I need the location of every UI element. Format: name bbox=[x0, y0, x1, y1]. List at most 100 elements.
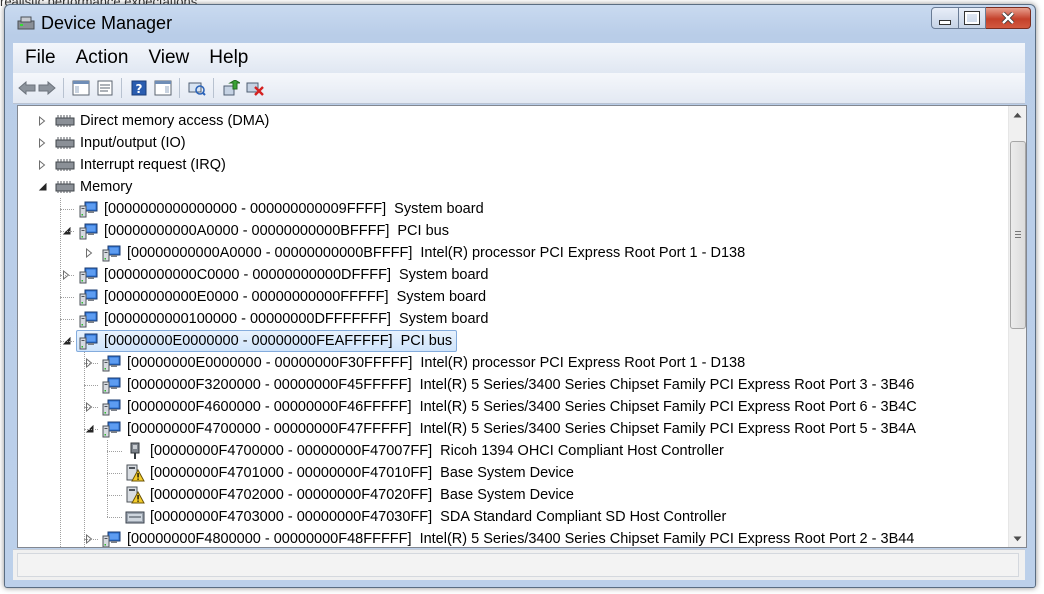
tree-item-label-area[interactable]: [00000000F3200000 - 00000000F45FFFFF] Int… bbox=[99, 374, 919, 396]
tree-item-label-area[interactable]: [00000000000A0000 - 00000000000BFFFF] PCI… bbox=[76, 220, 454, 242]
back-arrow-icon bbox=[18, 81, 36, 95]
tree-item-label-area[interactable]: Direct memory access (DMA) bbox=[52, 110, 274, 132]
tree-connector-line bbox=[60, 319, 74, 320]
menu-help[interactable]: Help bbox=[201, 47, 256, 69]
tree-item[interactable]: [00000000F4800000 - 00000000F48FFFFF] Int… bbox=[83, 528, 919, 547]
tree-item[interactable]: [00000000F4700000 - 00000000F47007FF] Ric… bbox=[106, 440, 729, 462]
tree-item-label-area[interactable]: [00000000F4703000 - 00000000F47030FF] SDA… bbox=[122, 506, 731, 528]
menu-action[interactable]: Action bbox=[68, 47, 137, 69]
tree-item-label-area[interactable]: Input/output (IO) bbox=[52, 132, 191, 154]
tree-item-label-area[interactable]: [00000000E0000000 - 00000000F30FFFFF] Int… bbox=[99, 352, 750, 374]
memory-range: [00000000F4700000 - 00000000F47FFFFF] bbox=[127, 421, 412, 437]
tree-item[interactable]: [00000000F3200000 - 00000000F45FFFFF] Int… bbox=[83, 374, 919, 396]
tree-item[interactable]: [00000000000A0000 - 00000000000BFFFF] PCI… bbox=[60, 220, 454, 242]
vertical-scrollbar[interactable] bbox=[1008, 106, 1026, 547]
tree-item-label-area[interactable]: Interrupt request (IRQ) bbox=[52, 154, 231, 176]
uninstall-button[interactable] bbox=[245, 78, 265, 98]
memory-range: [00000000F4800000 - 00000000F48FFFFF] bbox=[127, 531, 412, 547]
forward-button[interactable] bbox=[37, 78, 57, 98]
close-button[interactable] bbox=[986, 7, 1031, 29]
tree-item-label-area[interactable]: [00000000F4701000 - 00000000F47010FF] Bas… bbox=[122, 462, 579, 484]
memory-range: [00000000000A0000 - 00000000000BFFFF] bbox=[127, 245, 413, 261]
help-icon: ? bbox=[131, 80, 147, 96]
tree-item-label-area[interactable]: Memory bbox=[52, 176, 137, 198]
tree-item-label-area[interactable]: [00000000000A0000 - 00000000000BFFFF] Int… bbox=[99, 242, 750, 264]
tree-item-label-area[interactable]: [00000000F4700000 - 00000000F47FFFFF] Int… bbox=[99, 418, 921, 440]
menu-view[interactable]: View bbox=[140, 47, 197, 69]
tree-item-label-area[interactable]: [00000000000C0000 - 00000000000DFFFF] Sys… bbox=[76, 264, 493, 286]
tree-item-label-area[interactable]: [00000000000E0000 - 00000000000FFFFF] Sys… bbox=[76, 286, 491, 308]
tree-item[interactable]: Memory bbox=[36, 176, 137, 198]
memory-range: [00000000F4702000 - 00000000F47020FF] bbox=[150, 487, 433, 503]
tree-connector-line bbox=[84, 407, 98, 408]
tree-item[interactable]: [00000000F4701000 - 00000000F47010FF] Bas… bbox=[106, 462, 579, 484]
show-hide-console-tree-button[interactable] bbox=[71, 78, 91, 98]
action-pane-button[interactable] bbox=[153, 78, 173, 98]
tree-item[interactable]: [00000000000A0000 - 00000000000BFFFF] Int… bbox=[83, 242, 750, 264]
expand-arrow-icon bbox=[39, 116, 46, 126]
tree-item[interactable]: Input/output (IO) bbox=[36, 132, 191, 154]
tree-item[interactable]: [00000000E0000000 - 00000000FEAFFFFF] PCI… bbox=[60, 330, 458, 352]
update-driver-button[interactable] bbox=[221, 78, 241, 98]
title-bar[interactable]: Device Manager bbox=[5, 5, 1035, 41]
sd-host-icon bbox=[125, 508, 145, 526]
tree-item-label-area[interactable]: [00000000F4700000 - 00000000F47007FF] Ric… bbox=[122, 440, 729, 462]
tree-item-label-area[interactable]: [00000000E0000000 - 00000000FEAFFFFF] PCI… bbox=[76, 330, 458, 352]
tree-item[interactable]: Interrupt request (IRQ) bbox=[36, 154, 231, 176]
tree-item[interactable]: [0000000000100000 - 00000000DFFFFFFF] Sys… bbox=[60, 308, 493, 330]
scrollbar-thumb[interactable] bbox=[1010, 141, 1026, 329]
computer-device-icon bbox=[79, 332, 99, 350]
forward-arrow-icon bbox=[38, 81, 56, 95]
tree-item[interactable]: Direct memory access (DMA) bbox=[36, 110, 274, 132]
tree-expander[interactable] bbox=[83, 247, 95, 259]
tree-connector-line bbox=[60, 275, 74, 276]
memory-range: [00000000000C0000 - 00000000000DFFFF] bbox=[104, 267, 391, 283]
device-tree[interactable]: Direct memory access (DMA) Input/output (… bbox=[17, 105, 1027, 548]
device-label: Input/output (IO) bbox=[80, 135, 186, 151]
tree-item[interactable]: [00000000000E0000 - 00000000000FFFFF] Sys… bbox=[60, 286, 491, 308]
device-label: Intel(R) 5 Series/3400 Series Chipset Fa… bbox=[419, 399, 917, 415]
thumb-grip-line bbox=[1015, 231, 1021, 232]
tree-expander[interactable] bbox=[36, 159, 48, 171]
computer-device-icon bbox=[79, 200, 99, 218]
device-label: SDA Standard Compliant SD Host Controlle… bbox=[440, 509, 727, 525]
tree-item-label-area[interactable]: [00000000F4702000 - 00000000F47020FF] Bas… bbox=[122, 484, 579, 506]
tree-item[interactable]: [00000000E0000000 - 00000000F30FFFFF] Int… bbox=[83, 352, 750, 374]
properties-button[interactable] bbox=[95, 78, 115, 98]
tree-connector-line bbox=[60, 341, 74, 342]
device-label: System board bbox=[398, 267, 489, 283]
scan-hardware-button[interactable] bbox=[187, 78, 207, 98]
scroll-up-button[interactable] bbox=[1009, 106, 1026, 123]
resources-icon bbox=[55, 156, 75, 174]
svg-text:?: ? bbox=[136, 82, 143, 96]
thumb-grip-line bbox=[1015, 234, 1021, 235]
close-icon bbox=[1001, 12, 1015, 24]
maximize-button[interactable] bbox=[959, 7, 986, 29]
toolbar: ? bbox=[13, 73, 1025, 104]
status-cell bbox=[17, 553, 1019, 577]
device-label: Ricoh 1394 OHCI Compliant Host Controlle… bbox=[440, 443, 724, 459]
menu-file[interactable]: File bbox=[17, 47, 64, 69]
tree-item[interactable]: [00000000F4703000 - 00000000F47030FF] SDA… bbox=[106, 506, 731, 528]
tree-item[interactable]: [00000000000C0000 - 00000000000DFFFF] Sys… bbox=[60, 264, 493, 286]
tree-item-label-area[interactable]: [0000000000000000 - 000000000009FFFF] Sys… bbox=[76, 198, 489, 220]
scroll-down-button[interactable] bbox=[1009, 530, 1026, 547]
window-title: Device Manager bbox=[41, 13, 173, 33]
tree-item[interactable]: [00000000F4600000 - 00000000F46FFFFF] Int… bbox=[83, 396, 922, 418]
minimize-icon bbox=[939, 19, 951, 25]
minimize-button[interactable] bbox=[931, 7, 959, 29]
tree-item-label-area[interactable]: [0000000000100000 - 00000000DFFFFFFF] Sys… bbox=[76, 308, 493, 330]
device-label: Base System Device bbox=[440, 487, 574, 503]
device-label: System board bbox=[396, 289, 487, 305]
tree-item[interactable]: [00000000F4700000 - 00000000F47FFFFF] Int… bbox=[83, 418, 921, 440]
tree-item-label-area[interactable]: [00000000F4800000 - 00000000F48FFFFF] Int… bbox=[99, 528, 919, 547]
computer-device-icon bbox=[79, 222, 99, 240]
help-button[interactable]: ? bbox=[129, 78, 149, 98]
tree-item[interactable]: [00000000F4702000 - 00000000F47020FF] Bas… bbox=[106, 484, 579, 506]
tree-expander[interactable] bbox=[36, 115, 48, 127]
tree-item[interactable]: [0000000000000000 - 000000000009FFFF] Sys… bbox=[60, 198, 489, 220]
tree-expander[interactable] bbox=[36, 181, 48, 193]
back-button[interactable] bbox=[17, 78, 37, 98]
tree-item-label-area[interactable]: [00000000F4600000 - 00000000F46FFFFF] Int… bbox=[99, 396, 922, 418]
tree-expander[interactable] bbox=[36, 137, 48, 149]
